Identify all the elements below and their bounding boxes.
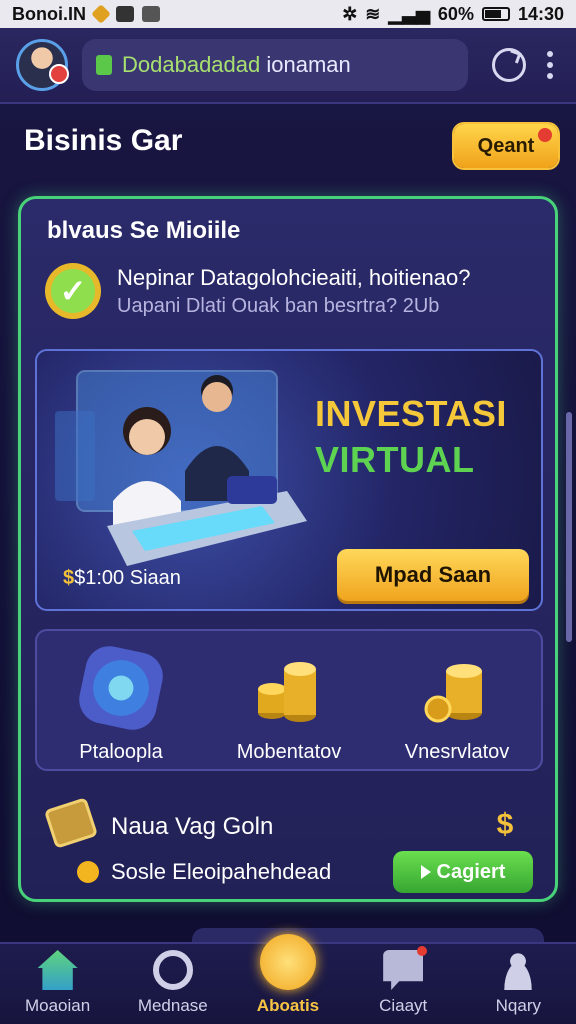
status-bar: Bonoi.IN ✲ ≋ ▁▃▅ 60% 14:30 — [0, 0, 576, 28]
signal-icon: ▁▃▅ — [388, 3, 430, 24]
page-title: Bisinis Gar — [24, 124, 183, 157]
wifi-icon: ≋ — [365, 3, 381, 24]
nav-label: Mednase — [137, 996, 208, 1015]
battery-percent: 60% — [437, 3, 474, 24]
bonus-title: Naua Vag Goln — [111, 813, 274, 840]
hero-price: $$1:00 Siaan — [63, 567, 181, 589]
question-line-1: Nepinar Datagolohcieaiti, hoitienao? — [117, 265, 471, 290]
user-icon — [498, 950, 539, 990]
refresh-icon[interactable] — [492, 48, 526, 82]
feature-label: Vnesrvlatov — [404, 741, 510, 763]
address-bar[interactable]: Dodabadadad ionaman — [82, 39, 468, 91]
feature-label: Mobentatov — [236, 741, 342, 763]
hero-title-line-1: INVESTASI — [315, 393, 507, 434]
alarm-icon: ✲ — [342, 3, 358, 24]
nav-item-center[interactable]: Aboatis — [233, 934, 343, 1016]
nav-item-profile[interactable]: Nqary — [463, 950, 573, 1016]
notification-icon — [91, 4, 111, 24]
feature-item[interactable]: Ptaloopla — [46, 641, 196, 764]
nav-label: Nqary — [495, 996, 542, 1015]
notification-badge — [417, 946, 428, 956]
quest-button[interactable]: Qeant — [454, 124, 558, 168]
bonus-subtitle: Sosle Eleoipahehdead — [111, 859, 332, 884]
dollar-icon: $ — [496, 808, 514, 841]
feature-item[interactable]: Mobentatov — [214, 649, 364, 764]
main-card: blvaus Se Mioiile ✓ Nepinar Datagolohcie… — [18, 196, 558, 902]
nav-label: Ciaayt — [379, 996, 428, 1015]
notification-badge — [538, 128, 552, 142]
avatar[interactable] — [16, 39, 69, 91]
shield-coin-icon — [74, 641, 168, 735]
question-line-2: Uapani Dlati Ouak ban besrtra? 2Ub — [117, 295, 440, 317]
coin-stack-icon — [258, 662, 316, 722]
claim-button-label: Cagiert — [436, 860, 506, 883]
edit-icon — [142, 6, 160, 22]
chat-icon — [383, 950, 424, 990]
check-icon: ✓ — [45, 263, 101, 319]
play-icon — [420, 865, 431, 879]
feature-label: Ptaloopla — [79, 741, 163, 763]
feature-item[interactable]: Vnesrvlatov — [382, 649, 532, 764]
quest-button-label: Qeant — [477, 134, 535, 157]
coin-icon: $ — [63, 567, 75, 589]
scrollbar[interactable] — [566, 412, 572, 642]
nav-label: Aboatis — [256, 996, 320, 1015]
hero-banner[interactable]: INVESTASI VIRTUAL $$1:00 Siaan Mpad Saan — [35, 349, 543, 611]
gear-icon — [77, 861, 99, 883]
chat-icon-wrap — [383, 946, 428, 990]
battery-icon — [481, 7, 510, 21]
card-title: blvaus Se Mioiile — [47, 217, 241, 244]
message-icon — [116, 6, 134, 22]
lock-icon — [96, 55, 112, 75]
hero-cta-button[interactable]: Mpad Saan — [337, 549, 529, 601]
address-text: Dodabadadad ionaman — [122, 52, 351, 77]
ticket-icon — [43, 797, 99, 849]
feature-row: Ptaloopla Mobentatov Vnesrvlatov — [35, 629, 543, 771]
media-icon — [152, 950, 193, 990]
app-bar: Dodabadadad ionaman — [0, 28, 576, 104]
claim-button[interactable]: Cagiert — [393, 851, 533, 893]
carrier-name: Bonoi.IN — [12, 3, 86, 24]
hero-title-line-2: VIRTUAL — [315, 439, 475, 480]
nav-item-media[interactable]: Mednase — [118, 950, 228, 1016]
center-icon — [259, 934, 316, 990]
nav-item-home[interactable]: Moaoian — [3, 950, 113, 1016]
bottom-nav: Moaoian Mednase Aboatis Ciaayt Nqary — [0, 934, 576, 1024]
coin-stack-icon — [424, 664, 482, 723]
nav-item-chat[interactable]: Ciaayt — [348, 946, 458, 1016]
home-icon — [37, 950, 78, 990]
nav-label: Moaoian — [24, 996, 91, 1015]
more-icon[interactable] — [540, 51, 560, 79]
clock: 14:30 — [517, 3, 564, 24]
